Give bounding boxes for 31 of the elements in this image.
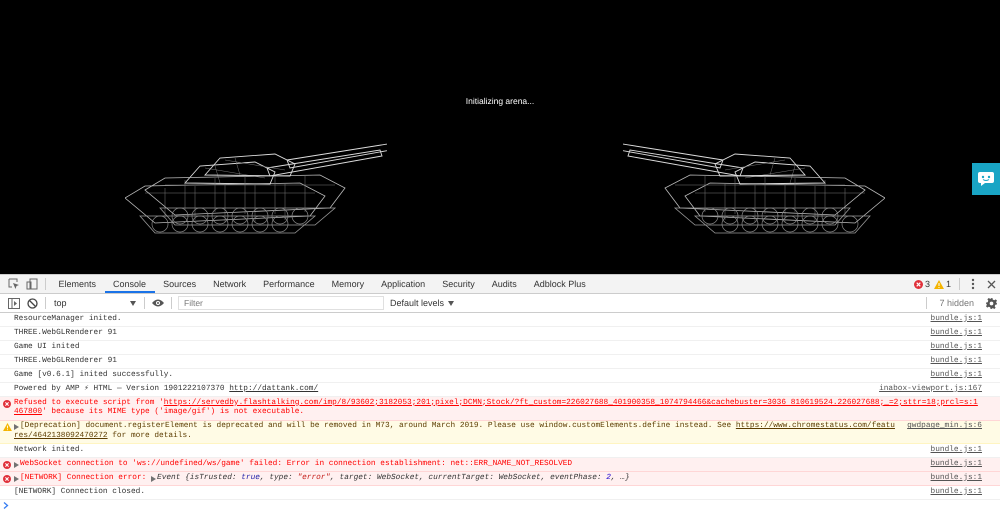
expand-arrow-icon[interactable] <box>151 476 156 482</box>
devtools-tab[interactable]: Adblock Plus <box>525 275 594 293</box>
devtools-tab[interactable]: Performance <box>254 275 324 293</box>
warning-count[interactable]: 1 <box>946 279 951 289</box>
devtools-tab[interactable]: Security <box>434 275 484 293</box>
log-levels-dropdown[interactable]: Default levels <box>384 295 460 311</box>
error-icon <box>3 400 11 408</box>
filter-field[interactable]: Filter <box>178 296 384 310</box>
devtools-tab[interactable]: Network <box>204 275 255 293</box>
error-icon <box>3 474 11 483</box>
devtools-tab[interactable]: Elements <box>50 275 105 293</box>
expand-arrow-icon[interactable] <box>14 476 19 482</box>
loading-status-text: Initializing arena... <box>466 96 534 106</box>
error-icon <box>3 460 11 469</box>
devtools-tab[interactable]: Sources <box>154 275 205 293</box>
chat-button[interactable] <box>972 163 1000 195</box>
devtools-tab[interactable]: Memory <box>323 275 373 293</box>
context-select[interactable]: top <box>50 295 140 311</box>
warning-icon <box>2 423 12 432</box>
hidden-messages-count: 7 hidden <box>938 298 975 308</box>
expand-arrow-icon[interactable] <box>14 424 19 430</box>
prompt-chevron-icon[interactable] <box>3 502 9 509</box>
speech-bubble-icon <box>977 171 995 187</box>
warning-icon <box>934 280 944 288</box>
caret-icon <box>448 300 454 306</box>
error-count[interactable]: 3 <box>924 279 930 289</box>
expand-arrow-icon[interactable] <box>14 462 19 468</box>
caret-icon <box>130 300 136 306</box>
error-icon <box>914 280 923 288</box>
devtools-tab[interactable]: Application <box>372 275 434 293</box>
devtools-tab[interactable]: Audits <box>483 275 526 293</box>
